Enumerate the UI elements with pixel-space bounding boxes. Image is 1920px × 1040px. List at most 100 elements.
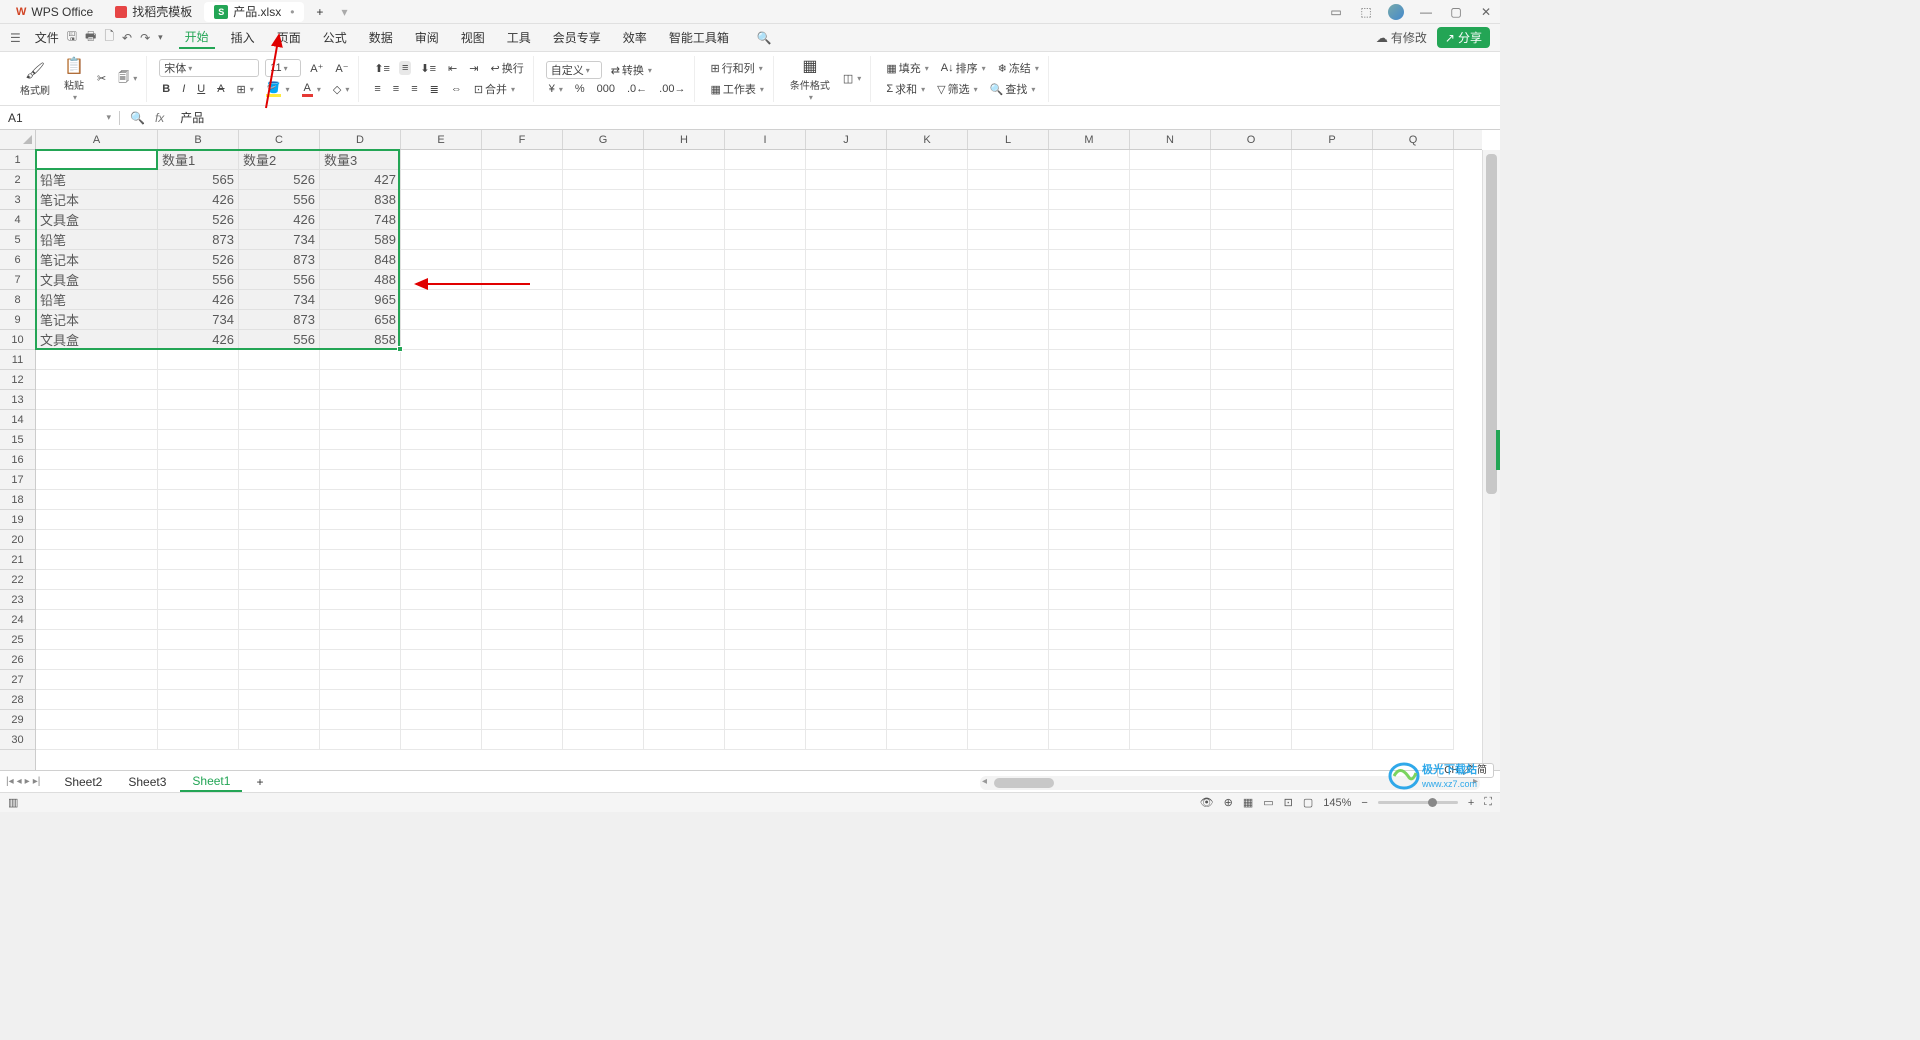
cell-K21[interactable] [887,550,968,570]
tab-page[interactable]: 页面 [271,27,307,48]
distribute-button[interactable]: ⇔ [448,82,465,96]
cell-P23[interactable] [1292,590,1373,610]
cell-C10[interactable]: 556 [239,330,320,350]
row-header-15[interactable]: 15 [0,430,35,450]
cell-Q30[interactable] [1373,730,1454,750]
sum-button[interactable]: Σ求和 [883,80,928,98]
cell-K16[interactable] [887,450,968,470]
cell-D26[interactable] [320,650,401,670]
cell-L20[interactable] [968,530,1049,550]
cell-Q25[interactable] [1373,630,1454,650]
cell-E23[interactable] [401,590,482,610]
cell-J19[interactable] [806,510,887,530]
cell-A1[interactable]: 产品 [36,150,158,170]
search-icon[interactable]: 🔍 [757,31,772,45]
cell-O3[interactable] [1211,190,1292,210]
cell-M8[interactable] [1049,290,1130,310]
cell-L2[interactable] [968,170,1049,190]
cell-O20[interactable] [1211,530,1292,550]
cell-L1[interactable] [968,150,1049,170]
cell-D5[interactable]: 589 [320,230,401,250]
cell-L25[interactable] [968,630,1049,650]
cell-D17[interactable] [320,470,401,490]
row-header-17[interactable]: 17 [0,470,35,490]
cell-C24[interactable] [239,610,320,630]
cell-B25[interactable] [158,630,239,650]
cell-A8[interactable]: 铅笔 [36,290,158,310]
cell-E7[interactable] [401,270,482,290]
cell-O21[interactable] [1211,550,1292,570]
cell-B6[interactable]: 526 [158,250,239,270]
cell-H16[interactable] [644,450,725,470]
cell-Q24[interactable] [1373,610,1454,630]
cell-D9[interactable]: 658 [320,310,401,330]
cell-P7[interactable] [1292,270,1373,290]
cell-I19[interactable] [725,510,806,530]
cell-Q8[interactable] [1373,290,1454,310]
cell-H7[interactable] [644,270,725,290]
row-header-3[interactable]: 3 [0,190,35,210]
cell-D13[interactable] [320,390,401,410]
cell-N9[interactable] [1130,310,1211,330]
cell-K7[interactable] [887,270,968,290]
column-header-A[interactable]: A [36,130,158,149]
increase-font-button[interactable]: A⁺ [307,61,326,76]
cell-J28[interactable] [806,690,887,710]
cell-F4[interactable] [482,210,563,230]
cell-M7[interactable] [1049,270,1130,290]
cell-L5[interactable] [968,230,1049,250]
cell-K23[interactable] [887,590,968,610]
row-header-27[interactable]: 27 [0,670,35,690]
cell-G29[interactable] [563,710,644,730]
cell-G5[interactable] [563,230,644,250]
convert-button[interactable]: ⇄转换 [608,61,655,79]
tab-overflow-icon[interactable]: ▾ [341,5,347,19]
align-left-button[interactable]: ≡ [371,82,383,96]
cell-J23[interactable] [806,590,887,610]
cell-F29[interactable] [482,710,563,730]
cell-E2[interactable] [401,170,482,190]
cell-A19[interactable] [36,510,158,530]
row-header-8[interactable]: 8 [0,290,35,310]
cell-C21[interactable] [239,550,320,570]
cell-A20[interactable] [36,530,158,550]
cell-G9[interactable] [563,310,644,330]
cell-H21[interactable] [644,550,725,570]
cell-P9[interactable] [1292,310,1373,330]
cell-J8[interactable] [806,290,887,310]
cell-M5[interactable] [1049,230,1130,250]
cell-L7[interactable] [968,270,1049,290]
column-header-I[interactable]: I [725,130,806,149]
cell-P25[interactable] [1292,630,1373,650]
cell-K11[interactable] [887,350,968,370]
cell-D12[interactable] [320,370,401,390]
column-header-H[interactable]: H [644,130,725,149]
fullscreen-icon[interactable]: ⛶ [1484,796,1492,809]
cell-Q4[interactable] [1373,210,1454,230]
cell-Q14[interactable] [1373,410,1454,430]
cell-B10[interactable]: 426 [158,330,239,350]
cell-D1[interactable]: 数量3 [320,150,401,170]
cell-P2[interactable] [1292,170,1373,190]
sheet-tab-sheet2[interactable]: Sheet2 [52,773,114,791]
cell-O29[interactable] [1211,710,1292,730]
cell-I6[interactable] [725,250,806,270]
clear-format-button[interactable]: ◇ [330,82,352,97]
cell-K5[interactable] [887,230,968,250]
cell-N29[interactable] [1130,710,1211,730]
cell-N18[interactable] [1130,490,1211,510]
ime-indicator[interactable]: CH 🖊 简 [1437,763,1494,778]
cell-D2[interactable]: 427 [320,170,401,190]
cell-B20[interactable] [158,530,239,550]
cell-B28[interactable] [158,690,239,710]
cell-C3[interactable]: 556 [239,190,320,210]
cell-N21[interactable] [1130,550,1211,570]
cell-J1[interactable] [806,150,887,170]
cell-C26[interactable] [239,650,320,670]
cell-B22[interactable] [158,570,239,590]
cell-B19[interactable] [158,510,239,530]
cell-O17[interactable] [1211,470,1292,490]
cell-P14[interactable] [1292,410,1373,430]
merge-button[interactable]: ⊡合并 [471,80,518,98]
align-top-button[interactable]: ⬆≡ [371,61,393,76]
